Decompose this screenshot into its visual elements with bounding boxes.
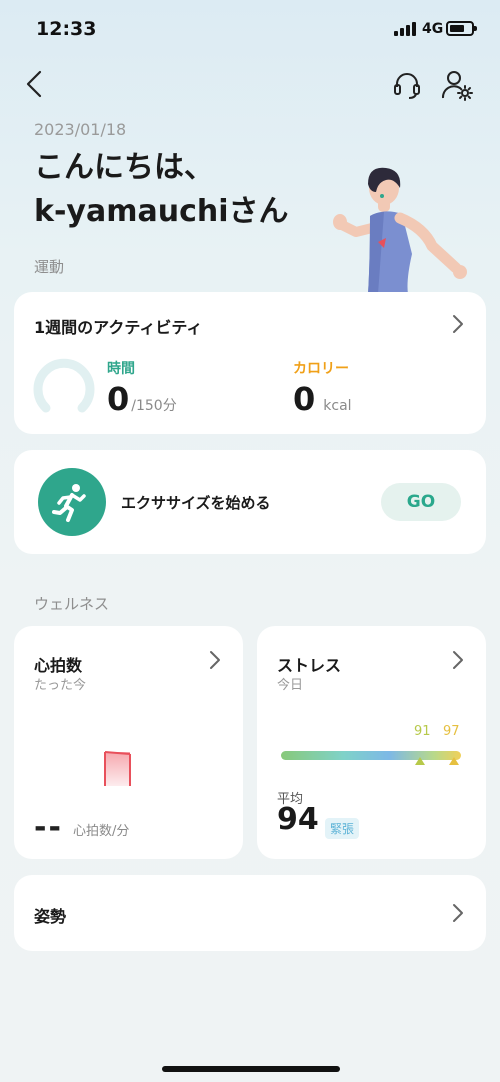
stress-card[interactable]: ストレス 今日 91 97 平均 94 緊張 xyxy=(257,626,486,859)
heart-rate-sub: たった今 xyxy=(34,678,87,693)
stress-avg-value: 94 xyxy=(277,802,319,837)
heart-rate-unit: 心拍数/分 xyxy=(73,824,130,839)
battery-icon xyxy=(446,21,477,36)
stress-title: ストレス xyxy=(277,656,342,675)
current-date: 2023/01/18 xyxy=(34,120,127,139)
calorie-value: 0 xyxy=(293,380,316,418)
status-time: 12:33 xyxy=(36,18,97,40)
network-type: 4G xyxy=(422,21,444,37)
activity-ring xyxy=(33,358,95,413)
user-settings-icon xyxy=(441,71,473,101)
section-exercise-label: 運動 xyxy=(34,258,65,276)
running-person-icon xyxy=(38,468,106,536)
weekly-activity-card[interactable]: 1週間のアクティビティ 時間 0/150分 カロリー 0 kcal xyxy=(14,292,486,434)
start-exercise-label: エクササイズを始める xyxy=(121,494,271,512)
chevron-right-icon xyxy=(453,315,463,333)
chevron-right-icon xyxy=(210,651,220,669)
headset-icon xyxy=(394,73,420,99)
weekly-activity-title: 1週間のアクティビティ xyxy=(34,318,203,337)
start-exercise-card[interactable]: エクササイズを始める GO xyxy=(14,450,486,554)
stress-marker-pointer xyxy=(449,757,459,765)
heart-rate-title: 心拍数 xyxy=(34,656,83,675)
calorie-label: カロリー xyxy=(293,361,349,377)
stress-marker-pointer xyxy=(415,757,425,765)
chevron-right-icon xyxy=(453,904,463,922)
chevron-right-icon xyxy=(453,651,463,669)
heart-rate-bar-icon xyxy=(104,751,131,786)
time-value: 0 xyxy=(107,380,130,418)
go-button[interactable]: GO xyxy=(381,483,461,521)
greeting-username: k-yamauchiさん xyxy=(34,194,289,229)
back-button[interactable] xyxy=(20,68,52,100)
heart-rate-card[interactable]: 心拍数 たった今 -- 心拍数/分 xyxy=(14,626,243,859)
posture-card[interactable]: 姿勢 xyxy=(14,875,486,951)
stress-gradient-bar xyxy=(281,751,461,760)
time-label: 時間 xyxy=(107,361,135,377)
section-wellness-label: ウェルネス xyxy=(34,595,110,613)
runner-illustration xyxy=(333,167,467,294)
back-arrow-icon xyxy=(26,70,42,98)
heart-rate-value: -- xyxy=(34,810,63,845)
stress-level-badge: 緊張 xyxy=(325,818,360,839)
home-indicator[interactable] xyxy=(162,1066,340,1072)
stress-sub: 今日 xyxy=(277,678,304,693)
greeting-line1: こんにちは、 xyxy=(34,150,214,185)
profile-settings-button[interactable] xyxy=(440,68,474,102)
posture-title: 姿勢 xyxy=(34,907,67,926)
time-goal: /150分 xyxy=(131,398,177,414)
calorie-stat: 0 kcal xyxy=(293,380,352,418)
support-button[interactable] xyxy=(390,68,424,102)
time-stat: 0/150分 xyxy=(107,380,177,418)
greeting: こんにちは、 k-yamauchiさん xyxy=(34,146,289,234)
stress-marker-91: 91 xyxy=(414,724,431,739)
calorie-unit: kcal xyxy=(323,398,352,414)
signal-icon xyxy=(394,22,418,36)
stress-marker-97: 97 xyxy=(443,724,460,739)
